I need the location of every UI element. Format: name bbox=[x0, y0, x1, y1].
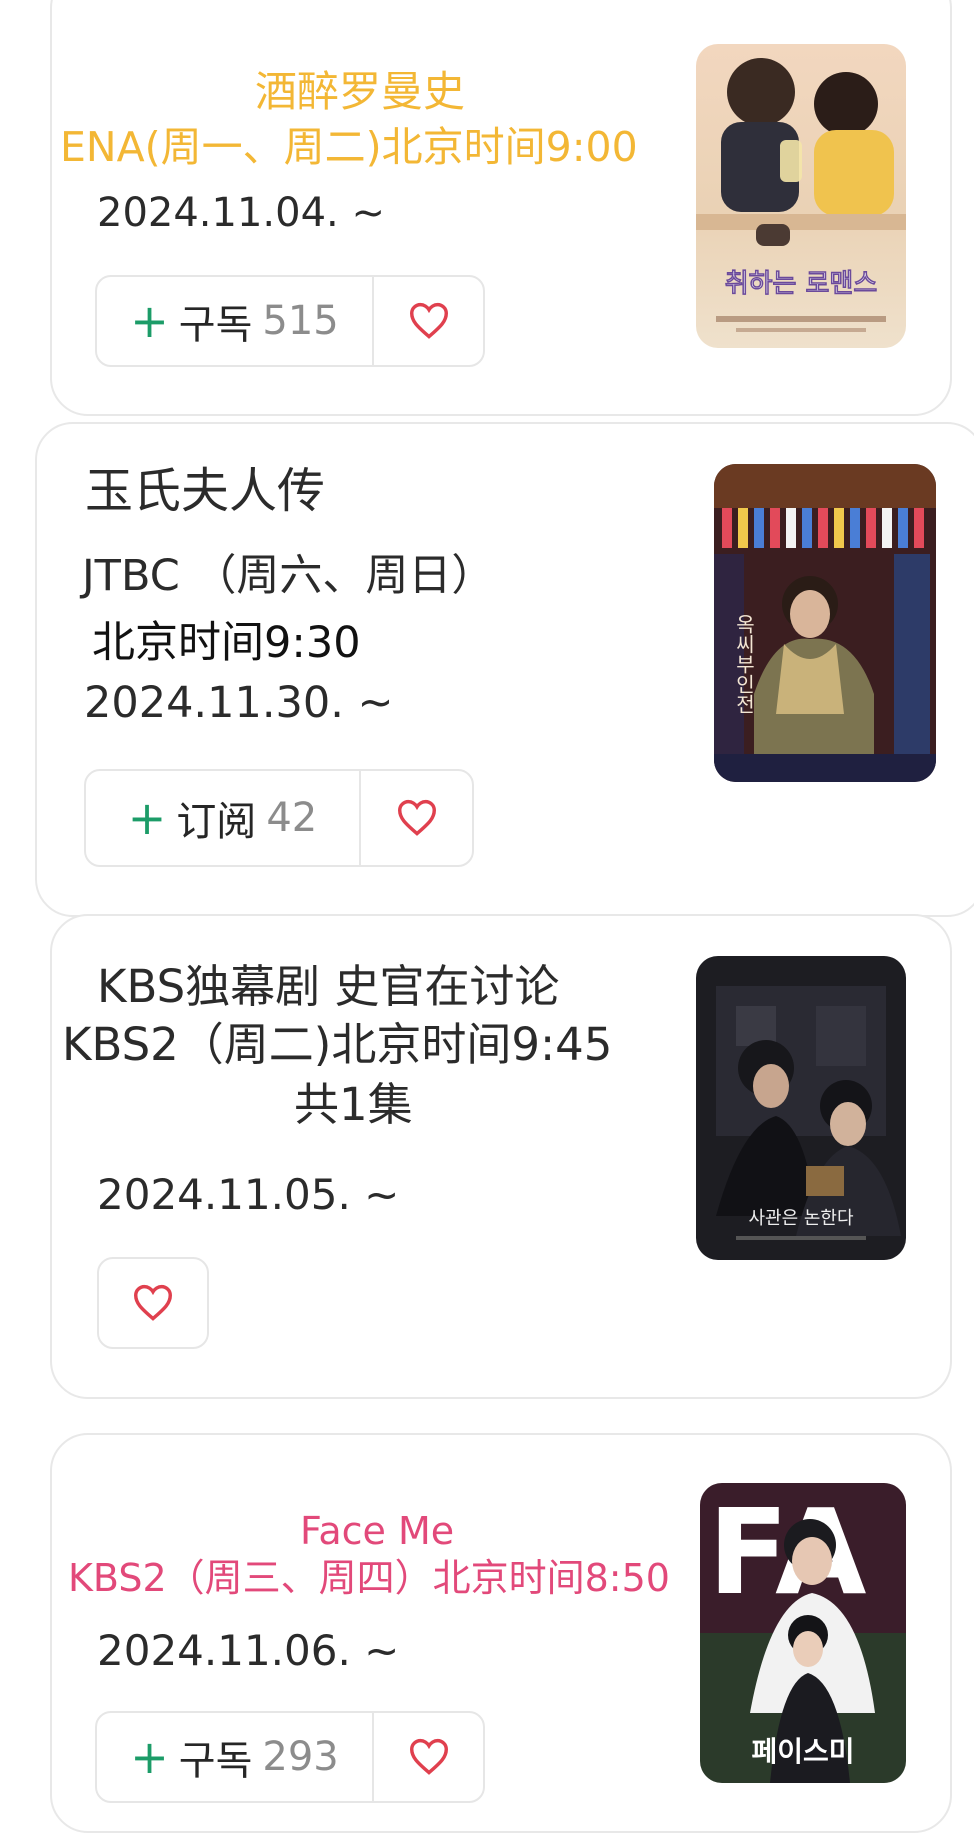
broadcast-info: ENA(周一、周二)北京时间9:00 bbox=[60, 123, 638, 171]
like-button[interactable] bbox=[361, 771, 472, 865]
poster-title-text: 옥씨부인전 bbox=[732, 614, 756, 714]
drama-poster[interactable]: 옥씨부인전 bbox=[714, 464, 936, 782]
subscribe-count: 42 bbox=[266, 795, 318, 841]
subscribe-label: 구독 bbox=[178, 1738, 253, 1784]
broadcast-info: JTBC （周六、周日） bbox=[82, 551, 495, 601]
subscribe-count: 515 bbox=[262, 298, 339, 344]
subscribe-label: 구독 bbox=[178, 302, 253, 348]
action-buttons: + 订阅 42 bbox=[84, 769, 474, 867]
subscribe-button[interactable]: + 구독 515 bbox=[97, 277, 374, 365]
subscribe-label: 订阅 bbox=[176, 799, 257, 845]
plus-icon: + bbox=[127, 791, 167, 845]
drama-poster[interactable]: 사관은 논한다 bbox=[696, 956, 906, 1260]
drama-poster[interactable]: 취하는 로맨스 bbox=[696, 44, 906, 348]
action-buttons: + 구독 293 bbox=[95, 1711, 485, 1803]
plus-icon: + bbox=[130, 294, 169, 348]
air-date: 2024.11.06. ~ bbox=[97, 1626, 400, 1675]
drama-poster[interactable]: FA 페이스미 bbox=[700, 1483, 906, 1783]
like-button[interactable] bbox=[97, 1257, 209, 1349]
drama-card-3[interactable]: KBS独幕剧 史官在讨论 KBS2（周二)北京时间9:45 共1集 2024.1… bbox=[50, 914, 952, 1399]
heart-icon bbox=[409, 302, 448, 339]
subscribe-button[interactable]: + 구독 293 bbox=[97, 1713, 374, 1801]
drama-card-2[interactable]: 玉氏夫人传 JTBC （周六、周日） 北京时间9:30 2024.11.30. … bbox=[35, 422, 974, 917]
episode-count: 共1集 bbox=[294, 1078, 413, 1131]
broadcast-info: KBS2（周二)北京时间9:45 bbox=[62, 1018, 613, 1071]
poster-title-text: 취하는 로맨스 bbox=[725, 269, 878, 299]
plus-icon: + bbox=[130, 1730, 169, 1784]
drama-title: 酒醉罗曼史 bbox=[255, 67, 466, 116]
like-button[interactable] bbox=[374, 1713, 483, 1801]
drama-card-4[interactable]: Face Me KBS2（周三、周四）北京时间8:50 2024.11.06. … bbox=[50, 1433, 952, 1833]
drama-title: 玉氏夫人传 bbox=[85, 463, 326, 519]
air-date: 2024.11.30. ~ bbox=[84, 678, 394, 728]
air-date: 2024.11.04. ~ bbox=[97, 190, 385, 236]
air-date: 2024.11.05. ~ bbox=[97, 1170, 400, 1219]
heart-icon bbox=[409, 1738, 448, 1775]
subscribe-count: 293 bbox=[262, 1734, 339, 1780]
like-button[interactable] bbox=[374, 277, 483, 365]
heart-icon bbox=[397, 799, 436, 836]
subscribe-button[interactable]: + 订阅 42 bbox=[86, 771, 361, 865]
action-buttons: + 구독 515 bbox=[95, 275, 485, 367]
poster-title-text: 페이스미 bbox=[751, 1735, 854, 1768]
heart-icon bbox=[133, 1284, 173, 1321]
broadcast-time: 北京时间9:30 bbox=[92, 618, 361, 668]
drama-title: Face Me bbox=[300, 1509, 455, 1553]
drama-card-1[interactable]: 酒醉罗曼史 ENA(周一、周二)北京时间9:00 2024.11.04. ~ +… bbox=[50, 0, 952, 416]
drama-title: KBS独幕剧 史官在讨论 bbox=[97, 960, 560, 1013]
poster-title-text: 사관은 논한다 bbox=[748, 1208, 854, 1229]
broadcast-info: KBS2（周三、周四）北京时间8:50 bbox=[68, 1556, 670, 1600]
